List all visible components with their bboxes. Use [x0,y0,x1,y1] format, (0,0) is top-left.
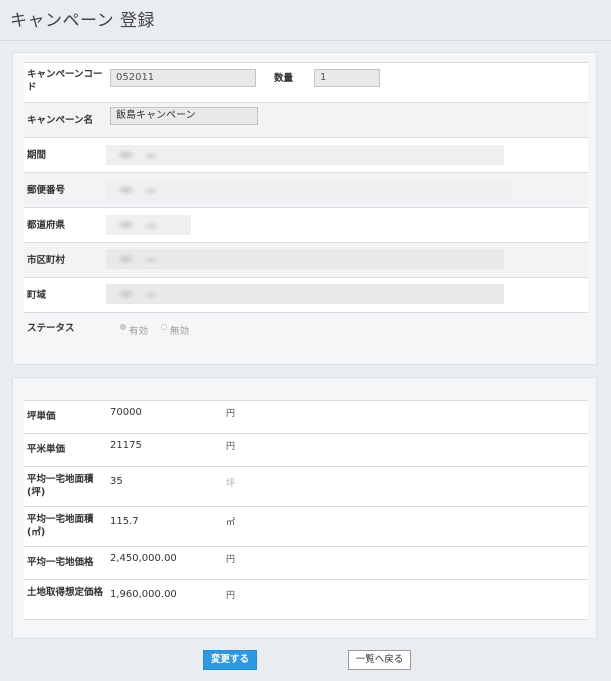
status-inactive-option[interactable]: 無効 [161,323,189,337]
pricing-unit: 円 [226,591,236,601]
pricing-value: 35 [110,476,123,487]
period-redacted-field[interactable] [106,145,504,165]
submit-button[interactable]: 変更する [203,650,257,670]
pricing-unit: ㎡ [226,518,236,528]
campaign-name-row: キャンペーン名 飯島キャンペーン [24,103,588,138]
quantity-input[interactable]: 1 [314,69,380,87]
campaign-code-input[interactable]: 052011 [110,69,256,87]
pricing-label: 平均一宅地価格 [27,557,94,568]
pricing-panel: 坪単価 70000 円 平米単価 21175 円 平均一宅地面積(坪) 35 坪… [12,377,597,639]
status-active-label: 有効 [129,326,149,337]
pricing-value: 115.7 [110,516,139,527]
title-divider [0,40,611,41]
pricing-row: 平均一宅地面積(坪) 35 坪 [24,467,588,507]
status-inactive-radio[interactable] [161,323,167,330]
pricing-row: 土地取得想定価格 1,960,000.00 円 [24,580,588,620]
pricing-unit: 坪 [226,479,236,489]
campaign-info-panel: キャンペーンコード 052011 数量 1 キャンペーン名 飯島キャンペーン 期… [12,52,597,365]
postal-code-row: 郵便番号 [24,173,588,208]
pricing-label: 平米単価 [27,444,66,455]
pricing-value: 1,960,000.00 [110,589,177,600]
campaign-form: キャンペーンコード 052011 数量 1 キャンペーン名 飯島キャンペーン 期… [24,62,588,345]
prefecture-label: 都道府県 [27,220,66,231]
status-label: ステータス [27,323,75,334]
pricing-row: 坪単価 70000 円 [24,401,588,434]
town-label: 町域 [27,290,47,301]
status-active-option[interactable]: 有効 [120,323,148,337]
pricing-label: 坪単価 [27,411,56,422]
pricing-table: 坪単価 70000 円 平米単価 21175 円 平均一宅地面積(坪) 35 坪… [24,400,588,620]
period-row: 期間 [24,138,588,173]
back-to-list-button[interactable]: 一覧へ戻る [348,650,411,670]
page-title: キャンペーン 登録 [10,11,156,31]
city-label: 市区町村 [27,255,66,266]
prefecture-redacted-field[interactable] [106,215,191,235]
pricing-unit: 円 [226,409,236,419]
pricing-value: 2,450,000.00 [110,553,177,564]
campaign-code-label: キャンペーンコード [27,69,103,93]
pricing-row: 平米単価 21175 円 [24,434,588,467]
pricing-value: 21175 [110,440,142,451]
campaign-name-label: キャンペーン名 [27,115,94,126]
status-active-radio[interactable] [120,323,126,330]
status-inactive-label: 無効 [170,326,190,337]
campaign-code-row: キャンペーンコード 052011 数量 1 [24,63,588,103]
town-redacted-field[interactable] [106,284,504,304]
campaign-name-input[interactable]: 飯島キャンペーン [110,107,258,125]
postal-code-label: 郵便番号 [27,185,66,196]
pricing-row: 平均一宅地面積(㎡) 115.7 ㎡ [24,507,588,547]
pricing-label: 平均一宅地面積(坪) [27,474,94,498]
prefecture-row: 都道府県 [24,208,588,243]
pricing-unit: 円 [226,442,236,452]
status-row: ステータス 有効 無効 [24,313,588,345]
city-row: 市区町村 [24,243,588,278]
pricing-row: 平均一宅地価格 2,450,000.00 円 [24,547,588,580]
quantity-label: 数量 [274,73,294,84]
pricing-label: 土地取得想定価格 [27,587,104,598]
city-redacted-field[interactable] [106,249,504,269]
period-label: 期間 [27,150,47,161]
town-row: 町域 [24,278,588,313]
postal-code-redacted-field[interactable] [106,180,511,200]
pricing-value: 70000 [110,407,142,418]
pricing-unit: 円 [226,555,236,565]
pricing-label: 平均一宅地面積(㎡) [27,514,94,538]
